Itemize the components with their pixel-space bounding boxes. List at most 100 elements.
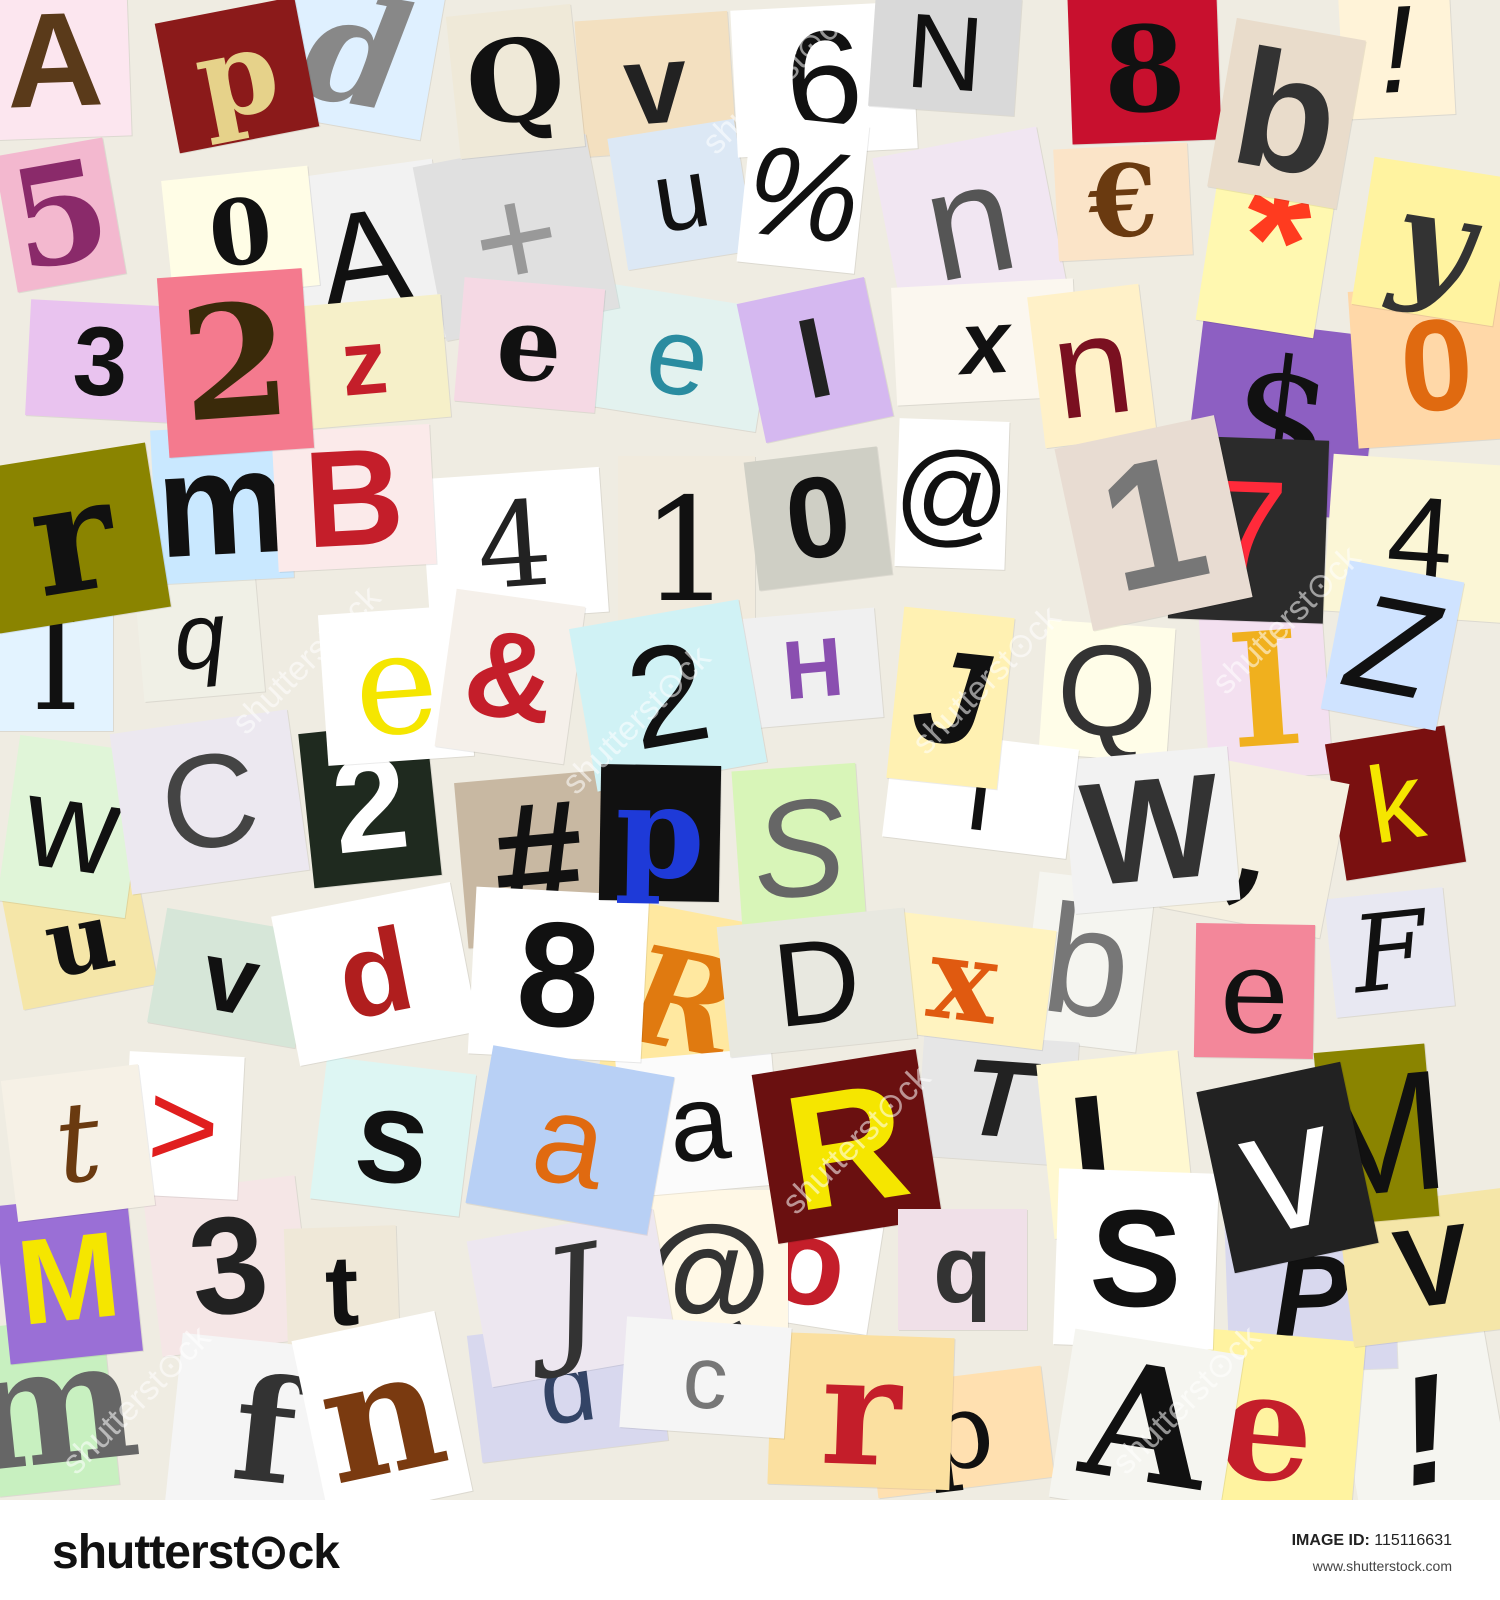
letter-glyph: e <box>1218 921 1291 1061</box>
letter-glyph: 3 <box>181 1184 276 1348</box>
letter-glyph: n <box>1043 282 1141 449</box>
letter-glyph: u <box>645 135 717 254</box>
letter-glyph: W <box>1075 742 1227 917</box>
letter-clipping: C <box>109 709 310 895</box>
letter-glyph: 8 <box>512 888 605 1061</box>
letter-glyph: p <box>613 757 707 909</box>
letter-glyph: Z <box>1337 562 1448 729</box>
letter-glyph: Q <box>459 10 572 153</box>
footer-url: www.shutterstock.com <box>1312 1558 1452 1574</box>
letter-glyph: f <box>225 1343 305 1500</box>
letter-clipping: y <box>1351 156 1500 327</box>
letter-glyph: 1 <box>1084 414 1223 631</box>
letter-glyph: A <box>3 0 106 137</box>
letter-glyph: q <box>933 1215 992 1323</box>
letter-clipping: e <box>453 277 606 413</box>
letter-clipping: r <box>767 1320 955 1500</box>
letter-glyph: k <box>1359 738 1432 867</box>
letter-glyph: r <box>18 442 127 633</box>
letter-clipping: 5 <box>0 127 127 303</box>
letter-glyph: > <box>144 1055 223 1196</box>
letter-clipping: d <box>271 882 479 1066</box>
letter-clipping: & <box>434 588 586 765</box>
letter-clipping: c <box>619 1316 792 1439</box>
letter-glyph: % <box>739 116 867 271</box>
letter-glyph: c <box>679 1325 732 1429</box>
letter-glyph: S <box>1087 1180 1185 1338</box>
letter-clipping: 2 <box>156 267 315 458</box>
stock-footer: shutterst⊙ck IMAGE ID: 115116631 www.shu… <box>0 1500 1500 1600</box>
letter-glyph: € <box>1085 141 1161 262</box>
letter-glyph: 0 <box>778 450 858 586</box>
letter-clipping: l <box>736 277 894 443</box>
letter-collage: Ap d Qv 6 N 8 b! 5 0 A + u% n € * y 3 2 z e e l x n $0 r m B 4 1 0 @1 7 4… <box>0 0 1500 1500</box>
letter-glyph: s <box>347 1058 439 1214</box>
letter-glyph: F <box>1346 886 1433 1018</box>
letter-clipping: Q <box>445 3 586 160</box>
letter-glyph: 1 <box>641 466 732 634</box>
image-id-label: IMAGE ID: <box>1291 1532 1370 1549</box>
letter-glyph: Q <box>1051 615 1163 766</box>
letter-glyph: e <box>348 600 444 770</box>
letter-glyph: S <box>747 768 851 929</box>
letter-glyph: 8 <box>1101 0 1188 140</box>
letter-glyph: a <box>663 1059 735 1185</box>
letter-clipping: W <box>1061 742 1241 917</box>
letter-glyph: v <box>619 18 692 149</box>
letter-glyph: 2 <box>174 267 296 458</box>
letter-clipping: A <box>0 0 132 141</box>
letter-clipping: p <box>598 757 722 909</box>
letter-glyph: ! <box>1375 0 1418 120</box>
letter-glyph: H <box>779 619 847 717</box>
letter-clipping: S <box>731 762 867 935</box>
letter-glyph: b <box>1220 13 1353 213</box>
letter-glyph: p <box>184 1 290 149</box>
letter-glyph: v <box>194 919 268 1037</box>
letter-glyph: D <box>767 911 867 1054</box>
letter-glyph: v <box>1223 1060 1352 1274</box>
letter-clipping: D <box>716 907 918 1058</box>
letter-glyph: w <box>16 748 129 904</box>
letter-glyph: B <box>300 419 408 577</box>
letter-glyph: r <box>818 1320 904 1500</box>
letter-glyph: ! <box>1383 1340 1464 1500</box>
letter-glyph: J <box>531 1214 614 1382</box>
letter-glyph: & <box>456 602 564 751</box>
letter-clipping: @ <box>891 418 1013 570</box>
letter-clipping: q <box>898 1209 1027 1330</box>
letter-glyph: q <box>169 581 230 691</box>
letter-clipping: 8 <box>467 886 650 1063</box>
letter-glyph: 3 <box>70 304 131 418</box>
letter-glyph: 4 <box>472 474 557 617</box>
letter-clipping: e <box>1193 921 1316 1061</box>
letter-glyph: x <box>921 909 1006 1051</box>
letter-clipping: S <box>1052 1168 1220 1350</box>
letter-clipping: € <box>1053 141 1193 262</box>
letter-glyph: l <box>787 297 843 422</box>
letter-clipping: Q <box>1038 615 1176 766</box>
letter-clipping: k <box>1324 725 1467 881</box>
letter-clipping: b <box>1207 13 1366 213</box>
letter-clipping: t <box>0 1064 156 1222</box>
letter-clipping: 8 <box>1067 0 1222 145</box>
letter-glyph: 5 <box>0 127 121 303</box>
letter-glyph: C <box>151 721 268 882</box>
letter-glyph: e <box>638 290 718 423</box>
letter-clipping: H <box>742 607 884 729</box>
shutterstock-logo: shutterst⊙ck <box>52 1526 340 1579</box>
image-id-value: 115116631 <box>1374 1532 1452 1549</box>
letter-glyph: t <box>47 1076 108 1210</box>
letter-clipping: F <box>1324 887 1455 1018</box>
letter-glyph: @ <box>891 428 1013 559</box>
letter-clipping: % <box>736 114 870 274</box>
letter-clipping: p <box>154 0 320 154</box>
letter-clipping: 3 <box>25 299 176 423</box>
letter-glyph: T <box>960 1035 1036 1162</box>
letter-glyph: a <box>522 1063 618 1216</box>
letter-glyph: x <box>957 290 1013 393</box>
letter-clipping: n <box>291 1309 473 1500</box>
letter-glyph: N <box>902 0 988 115</box>
letter-clipping: N <box>868 0 1022 116</box>
letter-glyph: y <box>1383 158 1484 324</box>
image-id: IMAGE ID: 115116631 <box>1292 1532 1452 1550</box>
